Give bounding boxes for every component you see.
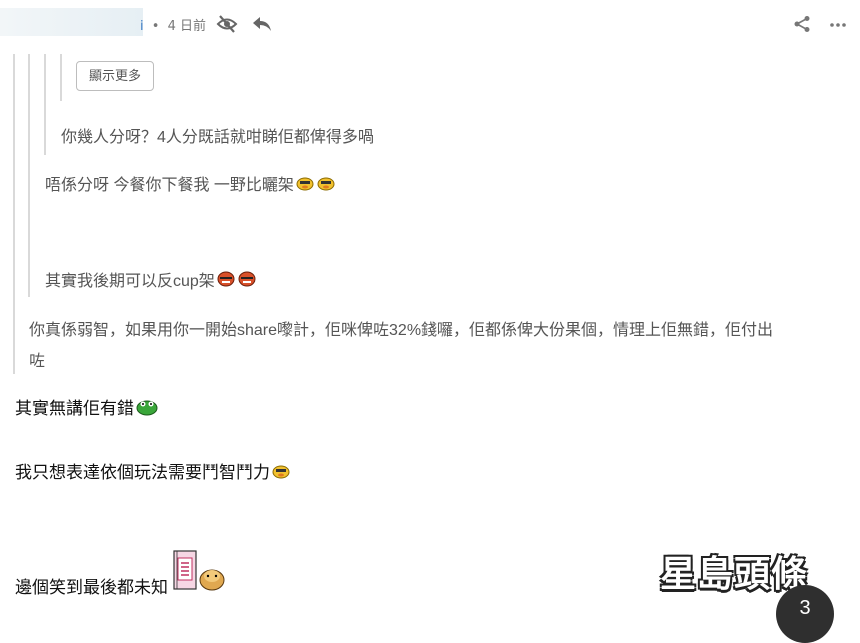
quote-text-2-body: 唔係分呀 今餐你下餐我 一野比曬架 [45,177,294,194]
quote-text-4-cont: 咗 [29,353,46,370]
post-meta: i • 4 日前 [140,15,206,34]
cheer-sign-dog-emoji-icon [172,550,226,596]
post-line-2: 我只想表達依個玩法需要鬥智鬥力 [15,458,291,484]
quote-bar-level-1 [13,54,15,374]
quote-text-1: 你幾人分呀？4人分既話就咁睇佢都俾得多喎 [61,129,374,146]
quote-text-3: 其實我後期可以反cup架 [45,267,257,292]
quote-text-3-body: 其實我後期可以反cup架 [45,273,215,290]
angry-face-emoji-icon [216,271,236,292]
green-frog-emoji-icon [135,398,159,421]
duck-emoji-icon [271,463,291,484]
quote-bar-level-3 [44,54,46,155]
duck-emoji-icon [295,175,315,196]
timestamp: 4 日前 [167,19,206,34]
more-icon[interactable] [829,22,847,28]
angry-face-emoji-icon [237,271,257,292]
meta-separator: • [151,19,160,34]
post-line-1: 其實無講佢有錯 [15,394,159,421]
reply-icon[interactable] [252,15,272,33]
quote-bar-level-4 [60,54,62,101]
page-number-badge: 3 [776,585,834,643]
quote-text-2: 唔係分呀 今餐你下餐我 一野比曬架 [45,171,336,196]
duck-emoji-icon [316,175,336,196]
post-line-2-text: 我只想表達依個玩法需要鬥智鬥力 [15,463,270,482]
post-line-3: 邊個笑到最後都未知 [15,578,168,597]
hide-icon[interactable] [216,14,238,34]
show-more-button[interactable]: 顯示更多 [76,61,154,91]
share-icon[interactable] [793,15,811,33]
quote-text-4: 你真係弱智，如果用你一開始share嚟計，佢咪俾咗32%錢囉，佢都係俾大份果個，… [29,322,774,339]
username-redacted[interactable] [0,8,143,36]
username-tail[interactable]: i [140,19,144,34]
watermark-text: 星島頭條 [660,554,809,595]
quote-bar-level-2 [28,54,30,297]
post-line-1-text: 其實無講佢有錯 [15,399,134,418]
